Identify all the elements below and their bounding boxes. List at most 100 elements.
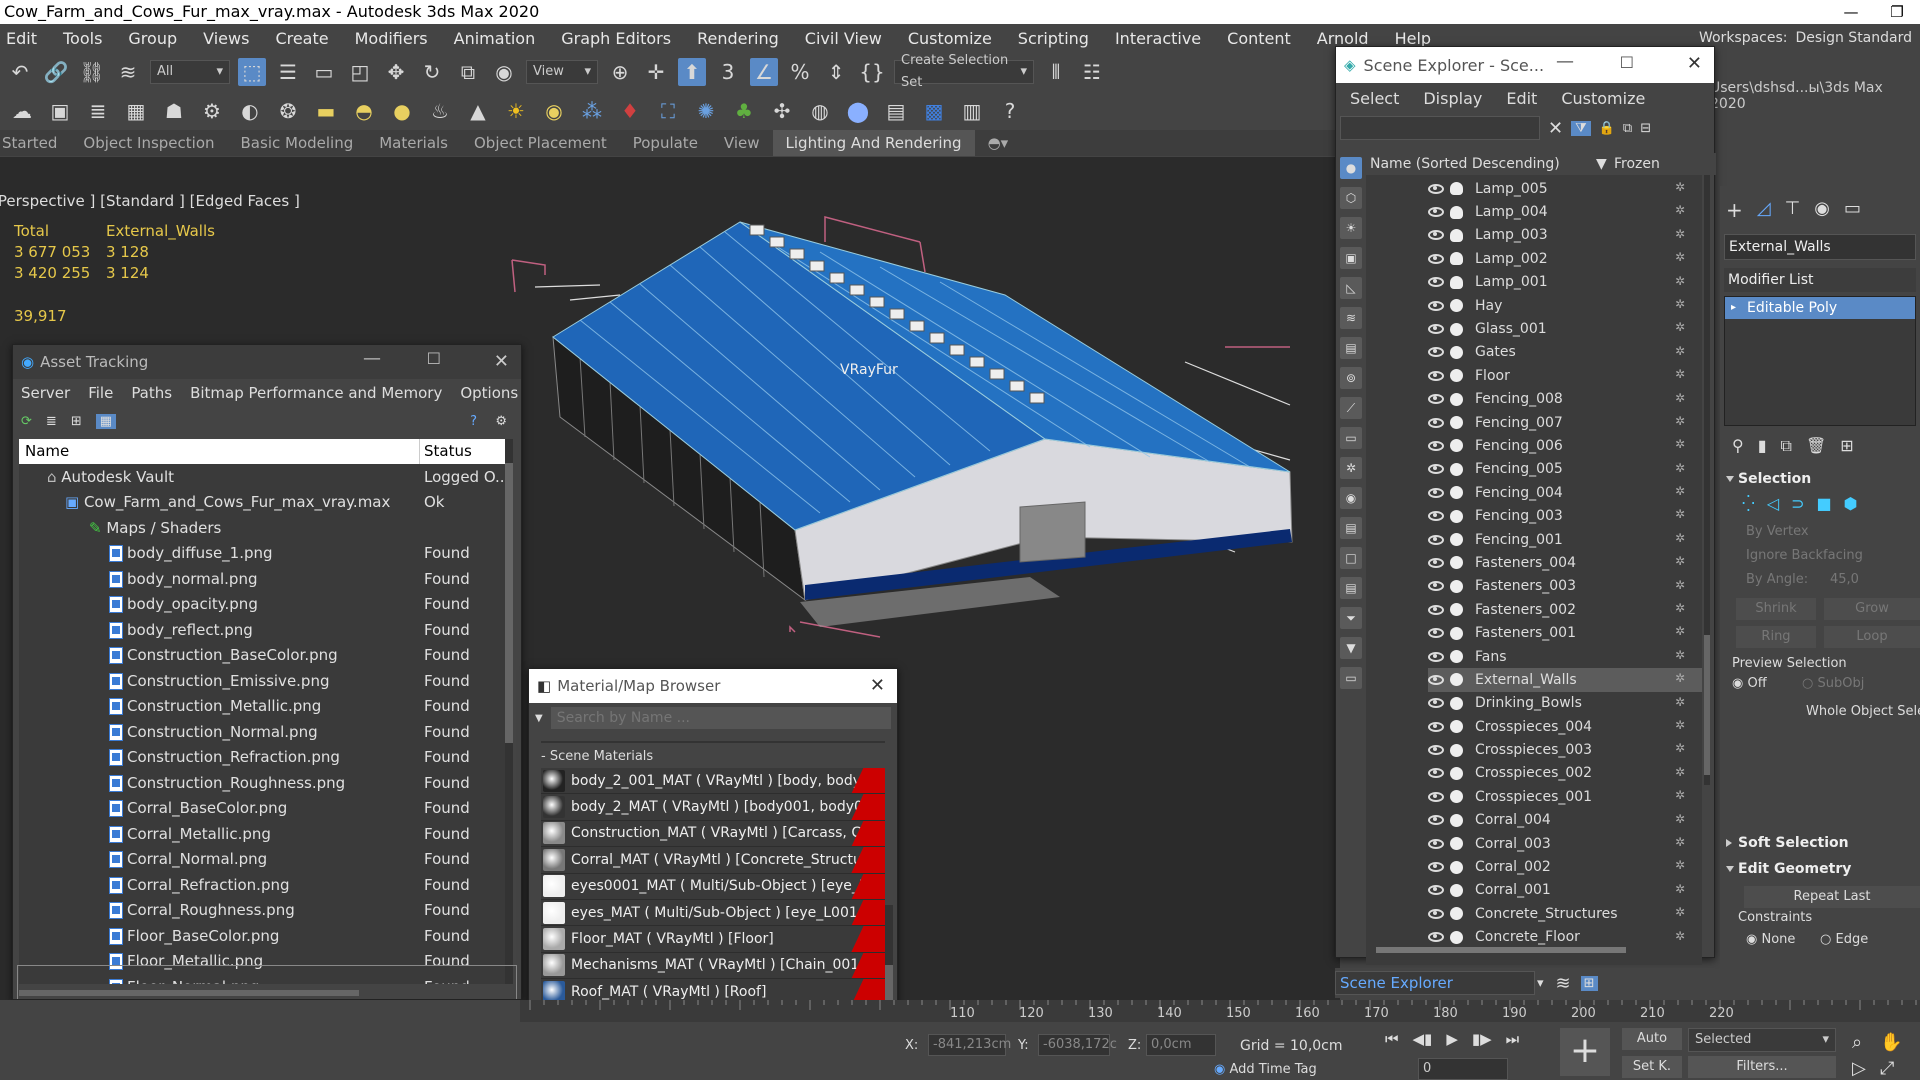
- chevron-down-icon[interactable]: ▼: [535, 713, 543, 724]
- menu-modifiers[interactable]: Modifiers: [342, 29, 441, 48]
- menu-civil-view[interactable]: Civil View: [792, 29, 895, 48]
- list-view-icon[interactable]: ≣: [46, 414, 57, 429]
- freeze-toggle-icon[interactable]: ✲: [1675, 181, 1688, 194]
- freeze-toggle-icon[interactable]: ✲: [1675, 368, 1688, 381]
- visibility-eye-icon[interactable]: [1428, 908, 1444, 919]
- edge-icon[interactable]: ◁: [1767, 494, 1779, 513]
- edit-named-sets-icon[interactable]: {}: [858, 58, 886, 86]
- menu-create[interactable]: Create: [262, 29, 341, 48]
- table-row[interactable]: Construction_Metallic.png Found: [19, 694, 513, 720]
- visibility-eye-icon[interactable]: [1428, 932, 1444, 943]
- menu-bitmap-performance[interactable]: Bitmap Performance and Memory: [190, 384, 442, 402]
- scene-object-row[interactable]: Corral_001 ✲: [1428, 879, 1702, 902]
- pivot-center-icon[interactable]: ⊕: [606, 58, 634, 86]
- place-icon[interactable]: ◉: [490, 58, 518, 86]
- menu-views[interactable]: Views: [190, 29, 262, 48]
- scene-object-row[interactable]: Lamp_002 ✲: [1428, 247, 1702, 270]
- minimize-button[interactable]: —: [363, 348, 381, 369]
- timeline-ruler[interactable]: 110 120 130 140 150 160 170 180 190 200 210 220: [520, 1000, 1920, 1022]
- display-all-icon[interactable]: ▤: [1340, 517, 1362, 539]
- visibility-eye-icon[interactable]: [1428, 207, 1444, 218]
- minimize-button[interactable]: —: [1556, 51, 1574, 72]
- y-coordinate-field[interactable]: -6038,172c: [1038, 1034, 1117, 1056]
- rotate-icon[interactable]: ↻: [418, 58, 446, 86]
- go-to-end-icon[interactable]: ⏭: [1506, 1030, 1520, 1048]
- snaps-toggle-icon[interactable]: 3: [714, 58, 742, 86]
- visibility-eye-icon[interactable]: [1428, 745, 1444, 756]
- align-icon[interactable]: ☷: [1078, 58, 1106, 86]
- keyboard-shortcut-override-icon[interactable]: ⬆: [678, 58, 706, 86]
- scene-object-row[interactable]: Fasteners_001 ✲: [1428, 621, 1702, 644]
- visibility-eye-icon[interactable]: [1428, 721, 1444, 732]
- light-lister-icon[interactable]: ☗: [160, 97, 188, 125]
- tab-object-placement[interactable]: Object Placement: [461, 130, 620, 156]
- restore-button[interactable]: ❐: [1874, 0, 1920, 24]
- visibility-eye-icon[interactable]: [1428, 440, 1444, 451]
- select-by-name-icon[interactable]: ☰: [274, 58, 302, 86]
- menu-edit[interactable]: Edit: [0, 29, 50, 48]
- freeze-toggle-icon[interactable]: ✲: [1675, 297, 1688, 311]
- freeze-toggle-icon[interactable]: ✲: [1675, 531, 1688, 545]
- list-icon[interactable]: ≣: [84, 97, 112, 125]
- grid-icon[interactable]: ▦: [122, 97, 150, 125]
- table-row[interactable]: Corral_Roughness.png Found: [19, 898, 513, 924]
- freeze-toggle-icon[interactable]: ✲: [1675, 648, 1688, 662]
- shrink-button[interactable]: Shrink: [1736, 598, 1816, 620]
- menu-file[interactable]: File: [88, 384, 113, 402]
- visibility-eye-icon[interactable]: [1428, 324, 1444, 335]
- freeze-toggle-icon[interactable]: ✲: [1675, 204, 1688, 217]
- auto-key-button[interactable]: Auto: [1622, 1028, 1682, 1050]
- material-item[interactable]: body_2_001_MAT ( VRayMtl ) [body, body0.…: [541, 768, 885, 795]
- display-bones-icon[interactable]: ⟋: [1340, 397, 1362, 419]
- scene-object-row[interactable]: Fans ✲: [1428, 645, 1702, 668]
- go-to-start-icon[interactable]: ⏮: [1385, 1030, 1399, 1048]
- workspace-dropdown[interactable]: Design Standard: [1796, 30, 1912, 46]
- soft-selection-rollout[interactable]: Soft Selection: [1720, 830, 1920, 856]
- asset-tracking-titlebar[interactable]: ◉ Asset Tracking — ☐ ✕: [13, 345, 521, 379]
- selection-rollout-header[interactable]: Selection: [1720, 466, 1920, 492]
- freeze-toggle-icon[interactable]: ✲: [1675, 344, 1688, 358]
- window-crossing-icon[interactable]: ◰: [346, 58, 374, 86]
- freeze-toggle-icon[interactable]: ✲: [1675, 859, 1688, 872]
- table-row[interactable]: body_reflect.png Found: [19, 617, 513, 643]
- visibility-eye-icon[interactable]: [1428, 862, 1444, 873]
- previous-frame-icon[interactable]: ◀▮: [1413, 1030, 1433, 1048]
- make-unique-icon[interactable]: ⧉: [1781, 436, 1792, 456]
- material-item[interactable]: Floor_MAT ( VRayMtl ) [Floor]: [541, 926, 885, 953]
- visibility-eye-icon[interactable]: [1428, 347, 1444, 358]
- menu-scripting[interactable]: Scripting: [1005, 29, 1102, 48]
- remove-modifier-icon[interactable]: 🗑: [1806, 436, 1826, 456]
- visibility-eye-icon[interactable]: [1428, 487, 1444, 498]
- percent-snap-icon[interactable]: %: [786, 58, 814, 86]
- column-status-header[interactable]: Status: [419, 439, 513, 464]
- menu-paths[interactable]: Paths: [131, 384, 172, 402]
- scene-object-row[interactable]: Fasteners_004 ✲: [1428, 551, 1702, 574]
- scrollbar-thumb[interactable]: [505, 463, 513, 743]
- modify-tab-icon[interactable]: ◿: [1757, 198, 1771, 222]
- chevron-down-icon[interactable]: ▾: [1537, 976, 1544, 991]
- configure-sets-icon[interactable]: ⊞: [1840, 436, 1853, 456]
- by-vertex-checkbox[interactable]: By Vertex: [1746, 524, 1809, 539]
- scene-materials-section[interactable]: - Scene Materials: [529, 743, 897, 768]
- move-icon[interactable]: ✥: [382, 58, 410, 86]
- spinner-snap-icon[interactable]: ⇕: [822, 58, 850, 86]
- table-row[interactable]: body_diffuse_1.png Found: [19, 541, 513, 567]
- clear-search-icon[interactable]: ✕: [1548, 118, 1563, 139]
- scene-object-row[interactable]: Concrete_Structures ✲: [1428, 902, 1702, 925]
- ies-light-icon[interactable]: ♨: [426, 97, 454, 125]
- ignore-backfacing-checkbox[interactable]: Ignore Backfacing: [1746, 548, 1863, 563]
- render-icon[interactable]: ⬤: [844, 97, 872, 125]
- vertical-scrollbar[interactable]: [1704, 175, 1710, 785]
- decal-icon[interactable]: ✺: [692, 97, 720, 125]
- menu-customize[interactable]: Customize: [1561, 89, 1645, 108]
- column-name-header[interactable]: Name (Sorted Descending): [1370, 156, 1560, 172]
- freeze-toggle-icon[interactable]: ✲: [1675, 789, 1688, 802]
- maximize-button[interactable]: ☐: [1620, 53, 1634, 72]
- close-button[interactable]: ✕: [1687, 53, 1702, 74]
- table-view-icon[interactable]: ▦: [95, 413, 117, 429]
- table-row[interactable]: body_opacity.png Found: [19, 592, 513, 618]
- freeze-toggle-icon[interactable]: ✲: [1675, 485, 1688, 498]
- scene-explorer-selector[interactable]: Scene Explorer: [1335, 971, 1535, 995]
- material-icon[interactable]: ◐: [236, 97, 264, 125]
- constraint-edge-radio[interactable]: ○ Edge: [1820, 932, 1868, 947]
